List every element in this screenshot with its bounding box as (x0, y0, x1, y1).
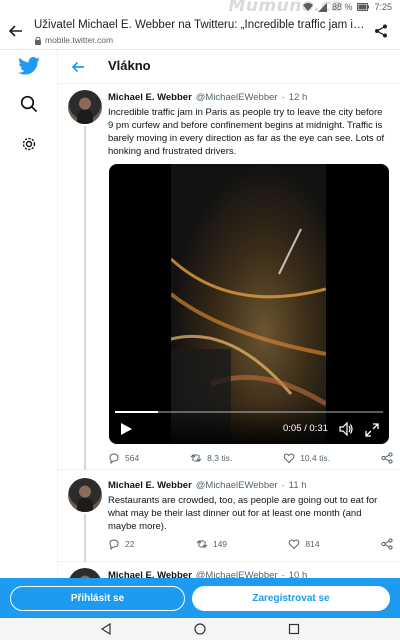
tweet-time[interactable]: 12 h (289, 92, 308, 103)
retweet-icon (190, 454, 202, 462)
sidebar-item-home[interactable] (17, 54, 41, 78)
retweet-count: 8,3 tis. (207, 453, 233, 463)
url-display[interactable]: mobile.twitter.com (34, 35, 113, 45)
reply-icon (109, 453, 119, 464)
nav-recents-icon[interactable] (288, 623, 300, 635)
twitter-logo-icon (18, 57, 40, 75)
heart-icon (289, 539, 300, 550)
gear-icon (22, 137, 36, 151)
share-icon[interactable] (374, 24, 388, 38)
reply-count: 22 (125, 539, 135, 549)
browser-toolbar: Uživatel Michael E. Webber na Twitteru: … (0, 14, 400, 50)
share-button[interactable] (381, 452, 393, 464)
retweet-icon (196, 540, 208, 548)
thread-header: Vlákno (58, 50, 400, 84)
battery-icon (357, 3, 370, 11)
tweet-actions: 564 8,3 tis. 10,4 tis. (108, 452, 393, 464)
separator: · (281, 480, 285, 491)
browser-back-icon[interactable] (8, 23, 24, 39)
tweet-actions: 22 149 814 (108, 538, 393, 550)
author-handle[interactable]: @MichaelEWebber (196, 92, 278, 103)
tweet-text: Incredible traffic jam in Paris as peopl… (108, 107, 385, 157)
status-bar: Mumuno.cz 88 % 7:25 (0, 0, 400, 16)
signal-icon (317, 2, 327, 12)
retweet-button[interactable]: 149 (196, 538, 227, 550)
like-count: 10,4 tis. (300, 453, 330, 463)
sidebar-item-settings[interactable] (17, 132, 41, 156)
url-text: mobile.twitter.com (45, 35, 114, 45)
thread-line (84, 126, 86, 470)
system-nav-bar (0, 618, 400, 640)
separator: · (281, 92, 285, 103)
clock: 7:25 (374, 2, 392, 12)
sidebar-item-search[interactable] (17, 92, 41, 116)
page-title: Uživatel Michael E. Webber na Twitteru: … (34, 19, 366, 31)
heart-icon (283, 453, 295, 464)
signin-bar: Přihlásit se Zaregistrovat se (0, 578, 400, 618)
nav-back-icon[interactable] (100, 623, 112, 635)
share-tweet-icon (381, 538, 393, 550)
tweet-time[interactable]: 11 h (289, 480, 307, 491)
status-icons: 88 % 7:25 (302, 2, 392, 12)
back-arrow-icon[interactable] (70, 59, 86, 75)
thread-title: Vlákno (108, 58, 151, 73)
tweet-header: Michael E. Webber @MichaelEWebber · 11 h (108, 480, 307, 491)
author-name[interactable]: Michael E. Webber (108, 480, 192, 491)
search-icon (20, 95, 38, 113)
video-frame (169, 164, 328, 444)
video-player[interactable]: 0:05 / 0:31 (109, 164, 389, 444)
tweet-text: Restaurants are crowded, too, as people … (108, 495, 378, 532)
reply-button[interactable]: 564 (108, 452, 139, 464)
video-progress-fill (115, 411, 158, 413)
thread-feed[interactable]: Michael E. Webber @MichaelEWebber · 12 h… (58, 84, 400, 590)
reply-count: 564 (125, 453, 140, 463)
play-icon[interactable] (119, 422, 133, 436)
retweet-button[interactable]: 8,3 tis. (190, 452, 232, 464)
video-time: 0:05 / 0:31 (283, 423, 328, 434)
wifi-icon (302, 2, 313, 11)
tweet[interactable]: Michael E. Webber @MichaelEWebber · 12 h… (58, 84, 400, 470)
share-tweet-icon (381, 452, 393, 464)
share-button[interactable] (381, 538, 393, 550)
signup-button[interactable]: Zaregistrovat se (192, 586, 390, 611)
author-name[interactable]: Michael E. Webber (108, 92, 192, 103)
tweet-header: Michael E. Webber @MichaelEWebber · 12 h (108, 92, 307, 103)
sidebar (0, 50, 58, 590)
avatar[interactable] (68, 478, 102, 512)
video-progress-bar[interactable] (115, 411, 383, 413)
like-count: 814 (305, 539, 320, 549)
avatar[interactable] (68, 90, 102, 124)
login-button[interactable]: Přihlásit se (10, 586, 185, 611)
retweet-count: 149 (212, 539, 228, 549)
volume-icon[interactable] (338, 421, 354, 437)
battery-level: 88 % (331, 2, 353, 12)
like-button[interactable]: 814 (288, 538, 320, 550)
nav-home-icon[interactable] (194, 623, 206, 635)
video-frame-lights (169, 228, 328, 444)
reply-button[interactable]: 22 (108, 538, 134, 550)
like-button[interactable]: 10,4 tis. (283, 452, 330, 464)
tweet[interactable]: Michael E. Webber @MichaelEWebber · 11 h… (58, 470, 400, 562)
fullscreen-icon[interactable] (365, 423, 379, 437)
lock-icon (35, 36, 41, 45)
author-handle[interactable]: @MichaelEWebber (196, 480, 278, 491)
thread-line (84, 514, 86, 562)
reply-icon (109, 539, 119, 550)
